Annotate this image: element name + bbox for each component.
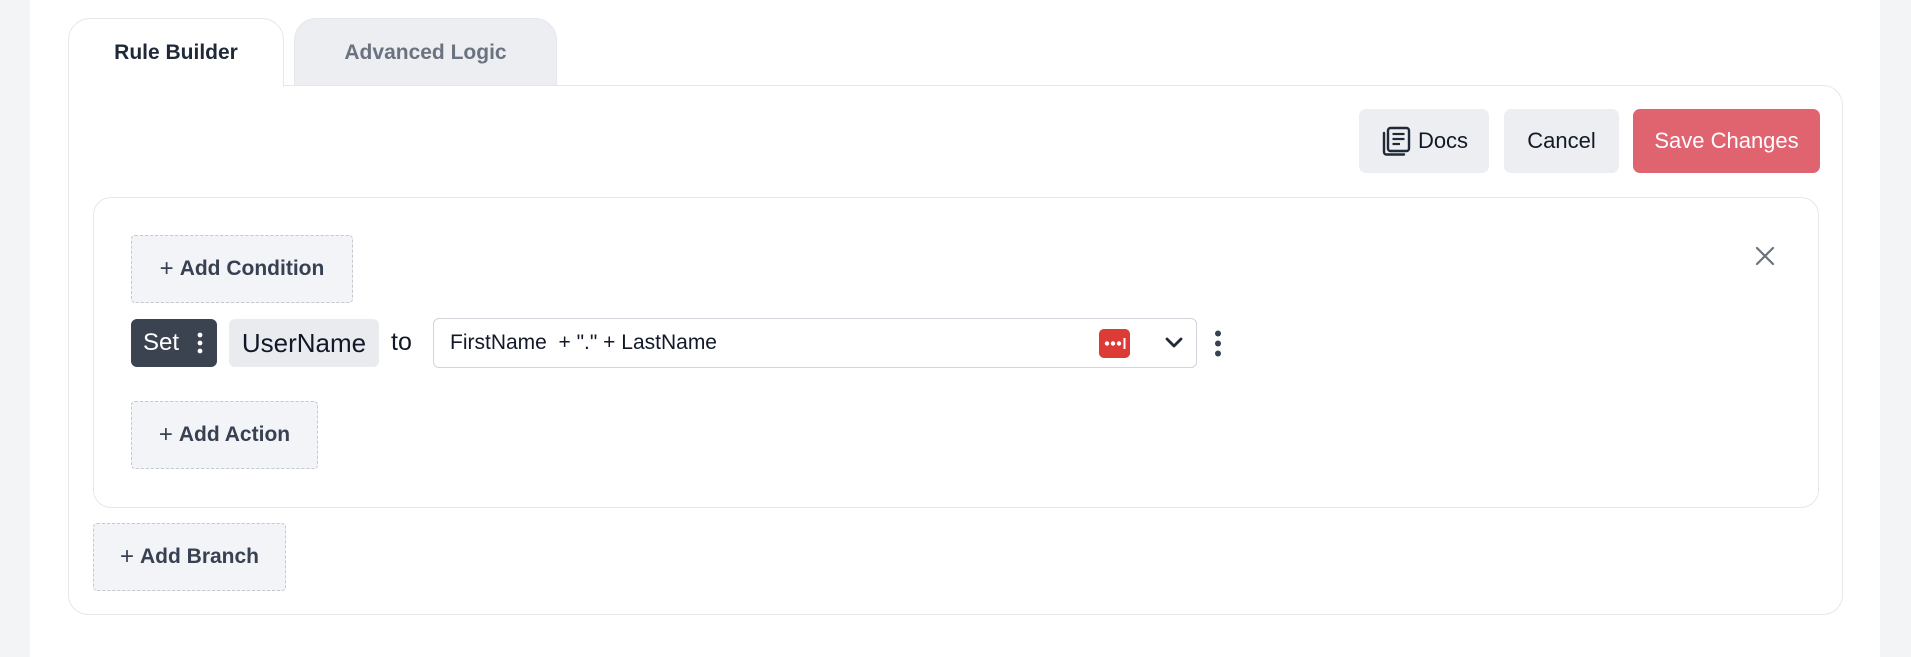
action-verb-label: Set: [143, 329, 180, 356]
rule-branch-card: + Add Condition Set UserName to FirstNam…: [93, 197, 1819, 508]
save-changes-button-label: Save Changes: [1654, 128, 1799, 153]
chevron-down-icon[interactable]: [1164, 335, 1184, 351]
docs-button[interactable]: Docs: [1359, 109, 1489, 173]
expression-input[interactable]: FirstName + "." + LastName: [433, 318, 1197, 368]
add-branch-button[interactable]: + Add Branch: [93, 523, 286, 591]
connector-label: to: [391, 328, 412, 356]
docs-icon: [1382, 126, 1411, 156]
expression-text: FirstName + "." + LastName: [450, 331, 717, 354]
tab-advanced-logic[interactable]: Advanced Logic: [294, 18, 557, 86]
tab-advanced-logic-label: Advanced Logic: [344, 40, 507, 64]
action-row: Set UserName to FirstName + "." + LastNa…: [131, 318, 1331, 368]
docs-button-label: Docs: [1417, 128, 1469, 153]
add-branch-label: Add Branch: [140, 545, 260, 568]
action-verb-chip[interactable]: Set: [131, 319, 217, 367]
plus-icon: +: [119, 543, 134, 570]
add-condition-label: Add Condition: [179, 257, 325, 280]
kebab-icon[interactable]: [197, 332, 203, 354]
plus-icon: +: [158, 421, 173, 448]
plus-icon: +: [159, 255, 174, 282]
target-field-chip[interactable]: UserName: [229, 319, 379, 367]
add-condition-button[interactable]: + Add Condition: [131, 235, 353, 303]
cancel-button[interactable]: Cancel: [1504, 109, 1619, 173]
target-field-label: UserName: [241, 327, 367, 358]
rule-builder-panel: Docs Cancel Save Changes + Add Condition…: [68, 85, 1843, 615]
close-icon[interactable]: [1752, 243, 1778, 269]
tab-rule-builder-label: Rule Builder: [114, 41, 238, 64]
expression-badge-icon[interactable]: [1099, 329, 1130, 358]
add-action-label: Add Action: [178, 423, 291, 446]
save-changes-button[interactable]: Save Changes: [1633, 109, 1820, 173]
cancel-button-label: Cancel: [1527, 128, 1596, 153]
tab-rule-builder[interactable]: Rule Builder: [68, 18, 284, 87]
add-action-button[interactable]: + Add Action: [131, 401, 318, 469]
page-surface: Rule Builder Advanced Logic Docs Cancel …: [30, 0, 1880, 657]
row-more-kebab-icon[interactable]: [1214, 330, 1222, 357]
